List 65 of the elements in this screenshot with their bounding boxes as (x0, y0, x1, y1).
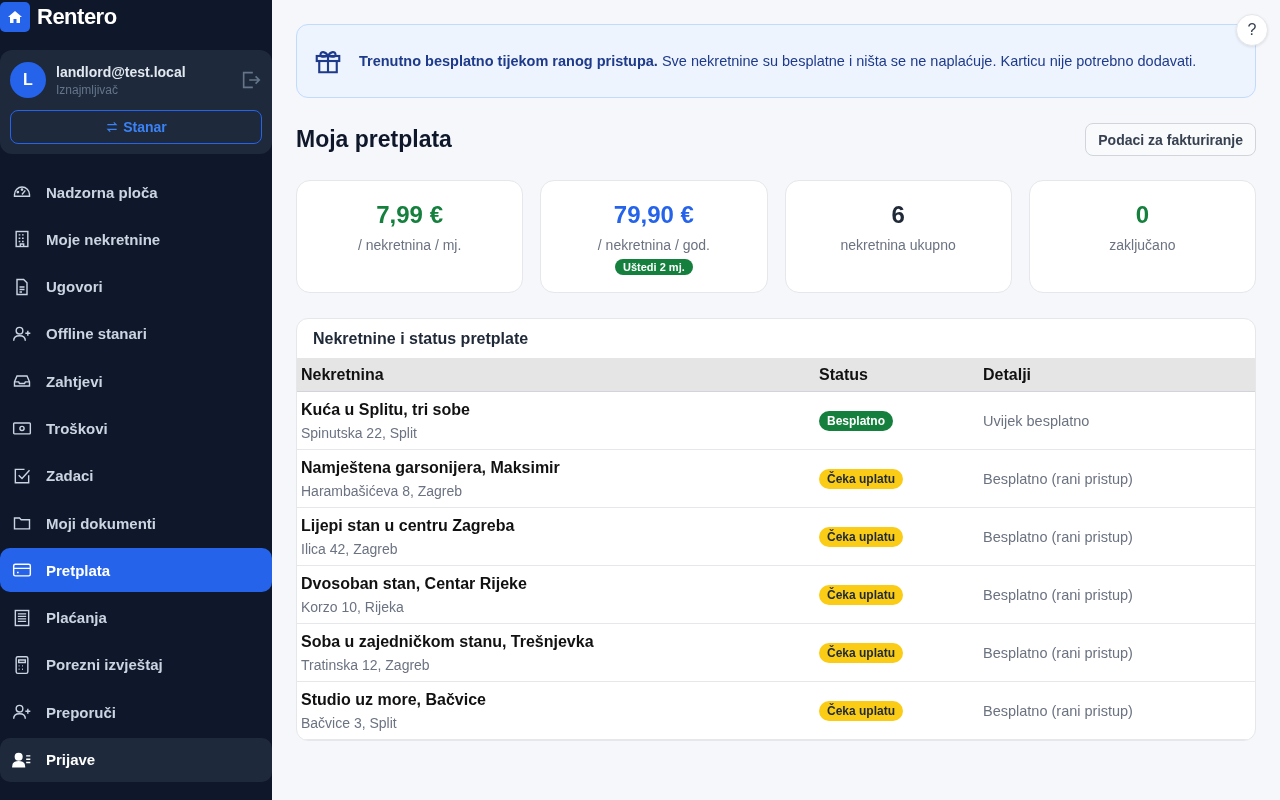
details-text: Uvijek besplatno (983, 412, 1090, 429)
property-address: Tratinska 12, Zagreb (301, 656, 430, 673)
property-address: Ilica 42, Zagreb (301, 540, 398, 557)
nav-item[interactable]: Preporuči (0, 690, 272, 735)
savings-badge: Uštedi 2 mj. (615, 259, 693, 275)
stat-label: / nekretnina / god. (597, 237, 710, 253)
property-address: Spinutska 22, Split (301, 424, 417, 441)
property-name: Namještena garsonijera, Maksimir (301, 458, 560, 477)
stat-value: 79,90 € (613, 201, 694, 229)
details-text: Besplatno (rani pristup) (983, 586, 1133, 603)
status-badge: Čeka uplatu (819, 642, 903, 663)
stat-value: 7,99 € (376, 201, 443, 229)
account-email: landlord@test.local (56, 63, 187, 80)
building-icon (12, 229, 32, 250)
stat-label: / nekretnina / mj. (357, 237, 462, 253)
property-address: Korzo 10, Rijeka (301, 598, 404, 615)
column-header: Status (818, 365, 869, 384)
stat-label: nekretnina ukupno (840, 237, 956, 253)
property-name: Kuća u Splitu, tri sobe (301, 400, 470, 419)
status-badge: Čeka uplatu (819, 526, 903, 547)
details-text: Besplatno (rani pristup) (983, 702, 1133, 719)
nav-item[interactable]: Porezni izvještaj (0, 642, 272, 687)
nav-item[interactable]: Zahtjevi (0, 359, 272, 404)
nav-item[interactable]: Prijave (0, 737, 272, 782)
switch-role-button[interactable]: Stanar (10, 110, 262, 144)
column-header: Detalji (982, 365, 1032, 384)
status-badge: Besplatno (819, 410, 893, 431)
property-address: Harambašićeva 8, Zagreb (301, 482, 463, 499)
stat-label: zaključano (1109, 237, 1176, 253)
property-name: Lijepi stan u centru Zagreba (301, 516, 515, 535)
brand-name: Rentero (37, 4, 117, 30)
swap-arrows-icon (105, 120, 120, 134)
details-text: Besplatno (rani pristup) (983, 644, 1133, 661)
property-address: Bačvice 3, Split (301, 714, 397, 731)
property-name: Studio uz more, Bačvice (301, 690, 486, 709)
status-badge: Čeka uplatu (819, 468, 903, 489)
nav-item[interactable]: Troškovi (0, 406, 272, 451)
table-title: Nekretnine i status pretplate (312, 329, 530, 349)
status-badge: Čeka uplatu (819, 584, 903, 605)
property-name: Dvosoban stan, Centar Rijeke (301, 574, 527, 593)
property-name: Soba u zajedničkom stanu, Trešnjevka (301, 632, 594, 651)
account-role: Iznajmljivač (56, 82, 119, 97)
help-button[interactable]: ? (1236, 14, 1268, 46)
column-header: Nekretnina (300, 365, 385, 384)
nav-item[interactable]: Ugovori (0, 264, 272, 309)
banner-text: Trenutno besplatno tijekom ranog pristupa. Sve nekretnine su besplatne i ništa se ne naplaćuje. Karticu nije potrebno dodavati. (359, 53, 1197, 69)
receipt-icon (12, 607, 32, 628)
nav-item[interactable]: Moji dokumenti (0, 501, 272, 546)
home-logo-icon (0, 2, 30, 32)
calculator-icon (12, 654, 32, 675)
status-badge: Čeka uplatu (819, 700, 903, 721)
page-title: Moja pretplata (296, 126, 452, 153)
nav-item[interactable]: Nadzorna ploča (0, 170, 272, 214)
nav-item[interactable]: Pretplata (0, 548, 272, 593)
logout-icon[interactable] (240, 69, 262, 91)
billing-button[interactable]: Podaci za fakturiranje (1085, 123, 1256, 156)
avatar: L (10, 62, 46, 98)
nav-item[interactable]: Plaćanja (0, 595, 272, 640)
nav-item[interactable]: Offline stanari (0, 311, 272, 356)
details-text: Besplatno (rani pristup) (983, 470, 1133, 487)
nav-item[interactable]: Zadaci (0, 453, 272, 498)
stat-value: 0 (1135, 201, 1150, 229)
stat-value: 6 (891, 201, 905, 229)
nav-item[interactable]: Moje nekretnine (0, 217, 272, 262)
details-text: Besplatno (rani pristup) (983, 528, 1133, 545)
